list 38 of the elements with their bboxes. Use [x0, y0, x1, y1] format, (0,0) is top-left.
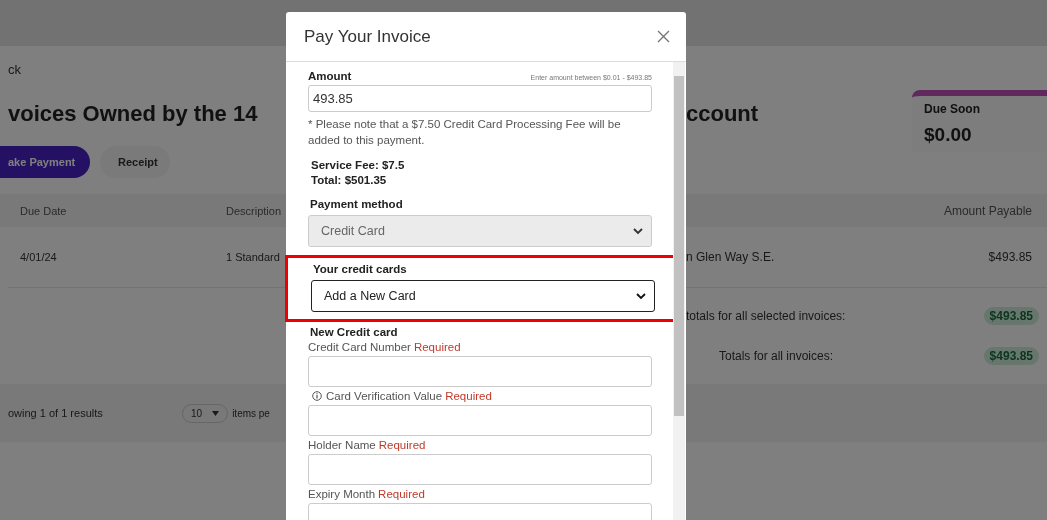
action-button[interactable]: Receipt	[100, 146, 170, 178]
required-label: Required	[378, 488, 425, 500]
field-label: Expiry Month	[308, 488, 376, 500]
field-label: Holder Name	[308, 439, 376, 451]
fee-note: * Please note that a $7.50 Credit Card Processing Fee will be added to this payment.	[308, 117, 622, 148]
items-per-page-label: items pe	[232, 407, 270, 419]
card-label: Due Soon	[924, 102, 981, 116]
field-label: Payment method	[309, 198, 404, 210]
action-button[interactable]: ake Payment	[0, 146, 90, 178]
table-cell: 1 Standard	[226, 251, 280, 263]
required-label: Required	[413, 341, 461, 353]
fee-summary: Service Fee: $7.5	[311, 158, 406, 173]
results-summary: owing 1 of 1 results	[8, 407, 104, 419]
totals-label: totals for all selected invoices:	[686, 309, 846, 323]
table-cell: n Glen Way S.E.	[686, 250, 775, 264]
dialog-title: Pay Your Invoice	[304, 26, 431, 47]
column-header: Description	[226, 204, 282, 217]
required-label: Required	[378, 439, 426, 451]
back-link[interactable]: ck	[8, 61, 21, 77]
total-badge: $493.85	[983, 347, 1039, 365]
page-title: voices Owned by the 14	[8, 101, 258, 127]
credit-card-select[interactable]: Add a New Card	[311, 280, 655, 312]
card-value: $0.00	[924, 124, 973, 146]
field-label: Amount	[308, 70, 352, 82]
field-label: Credit Card Number	[308, 341, 411, 353]
totals-label: Totals for all invoices:	[717, 349, 833, 363]
column-header: Amount Payable	[943, 203, 1032, 218]
amount-field[interactable]: 493.85	[308, 85, 652, 112]
total-badge: $493.85	[983, 307, 1039, 325]
fee-summary: Total: $501.35	[311, 173, 388, 188]
table-cell-text: 4/01/24	[19, 251, 58, 263]
field-label: Your credit cards	[312, 263, 408, 275]
table-cell: $493.85	[988, 250, 1032, 264]
page-title: ccount	[686, 101, 760, 127]
section-heading: New Credit card	[309, 326, 399, 338]
required-label: Required	[445, 390, 492, 402]
field-label: Card Verification Value	[326, 390, 443, 402]
column-header: Due Date	[19, 204, 68, 217]
